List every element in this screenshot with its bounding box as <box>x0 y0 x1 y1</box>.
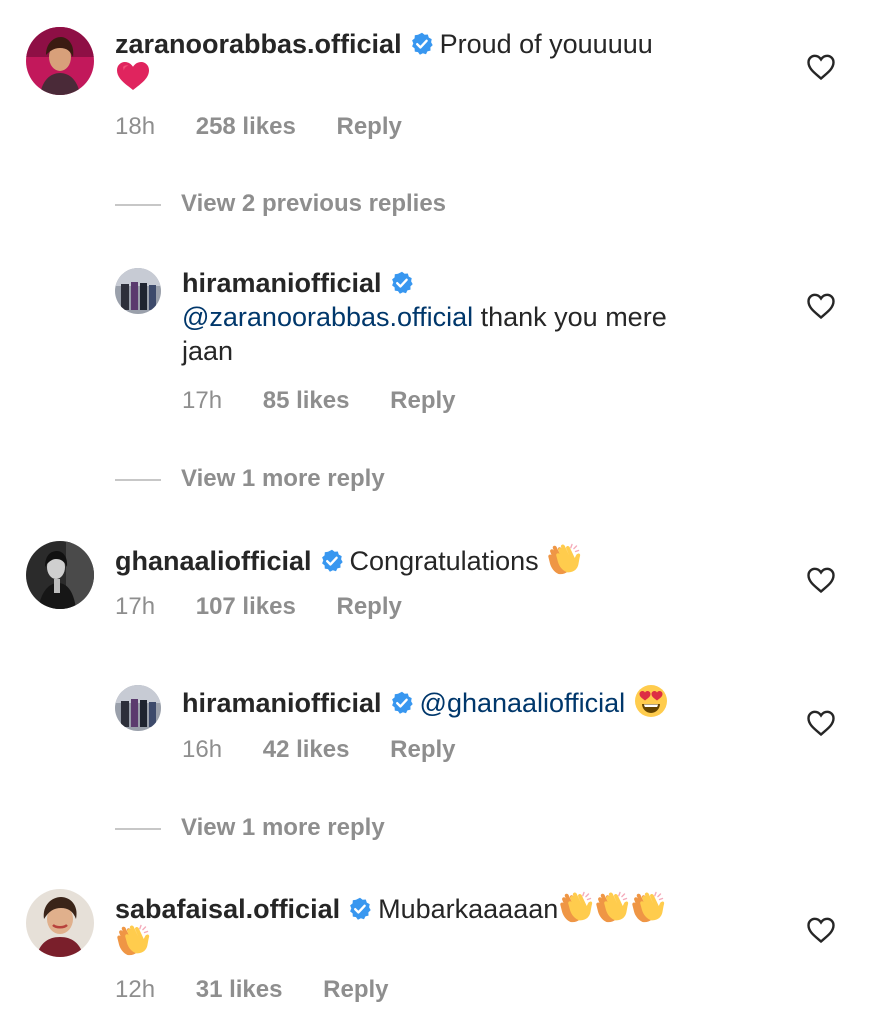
likes-count[interactable]: 31 likes <box>196 976 283 1004</box>
red-heart-icon <box>115 58 151 94</box>
view-previous-replies-link[interactable]: View 2 previous replies <box>115 190 446 218</box>
divider <box>115 478 161 481</box>
avatar[interactable] <box>115 685 161 731</box>
comment-meta: 16h 42 likes Reply <box>182 736 456 764</box>
verified-badge-icon <box>390 691 414 715</box>
divider <box>115 203 161 206</box>
clapping-hands-icon <box>594 889 630 925</box>
avatar[interactable] <box>26 541 94 609</box>
reply-button[interactable]: Reply <box>390 736 455 764</box>
reply-button[interactable]: Reply <box>323 976 388 1004</box>
verified-badge-icon <box>320 549 344 573</box>
heart-eyes-icon <box>633 683 669 719</box>
likes-count[interactable]: 107 likes <box>196 593 296 621</box>
reply-text: hiramaniofficial <box>182 266 420 300</box>
comment-meta: 12h 31 likes Reply <box>115 976 389 1004</box>
heart-icon[interactable] <box>806 566 836 594</box>
comment-text-line-2 <box>115 922 151 959</box>
reply-text-line-2: @zaranoorabbas.official thank you mere <box>182 300 667 334</box>
comment-body-continued: jaan <box>182 336 234 366</box>
mention-link[interactable]: @ghanaaliofficial <box>420 688 626 718</box>
heart-icon[interactable] <box>806 709 836 737</box>
comment-body: thank you mere <box>480 302 667 332</box>
reply-button[interactable]: Reply <box>390 387 455 415</box>
username[interactable]: hiramaniofficial <box>182 268 382 298</box>
timestamp: 18h <box>115 113 156 140</box>
reply-button[interactable]: Reply <box>336 113 401 141</box>
likes-count[interactable]: 42 likes <box>263 736 350 764</box>
view-previous-replies-label: View 2 previous replies <box>181 190 447 217</box>
username[interactable]: hiramaniofficial <box>182 688 382 718</box>
clapping-hands-icon <box>558 889 594 925</box>
view-more-replies-link[interactable]: View 1 more reply <box>115 465 385 493</box>
likes-count[interactable]: 85 likes <box>263 387 350 415</box>
view-more-replies-link[interactable]: View 1 more reply <box>115 814 385 842</box>
reply-text: hiramaniofficial @ghanaaliofficial <box>182 683 669 720</box>
verified-badge-icon <box>390 271 414 295</box>
avatar[interactable] <box>26 889 94 957</box>
verified-badge-icon <box>348 897 372 921</box>
comment-meta: 17h 85 likes Reply <box>182 387 456 415</box>
comment-text: ghanaaliofficial Congratulations <box>115 541 582 578</box>
comment-text: zaranoorabbas.official Proud of youuuuu <box>115 27 653 61</box>
heart-icon[interactable] <box>806 292 836 320</box>
comment-body: Mubarkaaaaan <box>378 894 559 924</box>
comment-text-line-2 <box>115 58 151 95</box>
reply-button[interactable]: Reply <box>336 593 401 621</box>
comment-body: Congratulations <box>349 546 539 576</box>
clapping-hands-icon <box>630 889 666 925</box>
username[interactable]: sabafaisal.official <box>115 894 340 924</box>
timestamp: 16h <box>182 736 223 763</box>
heart-icon[interactable] <box>806 916 836 944</box>
clapping-hands-icon <box>115 922 151 958</box>
view-more-replies-label: View 1 more reply <box>181 814 385 841</box>
mention-link[interactable]: @zaranoorabbas.official <box>182 302 473 332</box>
divider <box>115 827 161 830</box>
clapping-hands-icon <box>546 541 582 577</box>
heart-icon[interactable] <box>806 53 836 81</box>
comment-body: Proud of youuuuu <box>439 29 653 59</box>
comments-thread: zaranoorabbas.official Proud of youuuuu 1… <box>0 0 881 1024</box>
timestamp: 17h <box>115 593 156 620</box>
username[interactable]: ghanaaliofficial <box>115 546 312 576</box>
view-more-replies-label: View 1 more reply <box>181 465 385 492</box>
comment-meta: 17h 107 likes Reply <box>115 593 402 621</box>
likes-count[interactable]: 258 likes <box>196 113 296 141</box>
reply-text-line-3: jaan <box>182 334 233 368</box>
avatar[interactable] <box>26 27 94 95</box>
comment-meta: 18h 258 likes Reply <box>115 113 402 141</box>
username[interactable]: zaranoorabbas.official <box>115 29 402 59</box>
comment-text: sabafaisal.official Mubarkaaaaan <box>115 889 666 926</box>
verified-badge-icon <box>410 32 434 56</box>
avatar[interactable] <box>115 268 161 314</box>
timestamp: 12h <box>115 976 156 1003</box>
timestamp: 17h <box>182 387 223 414</box>
